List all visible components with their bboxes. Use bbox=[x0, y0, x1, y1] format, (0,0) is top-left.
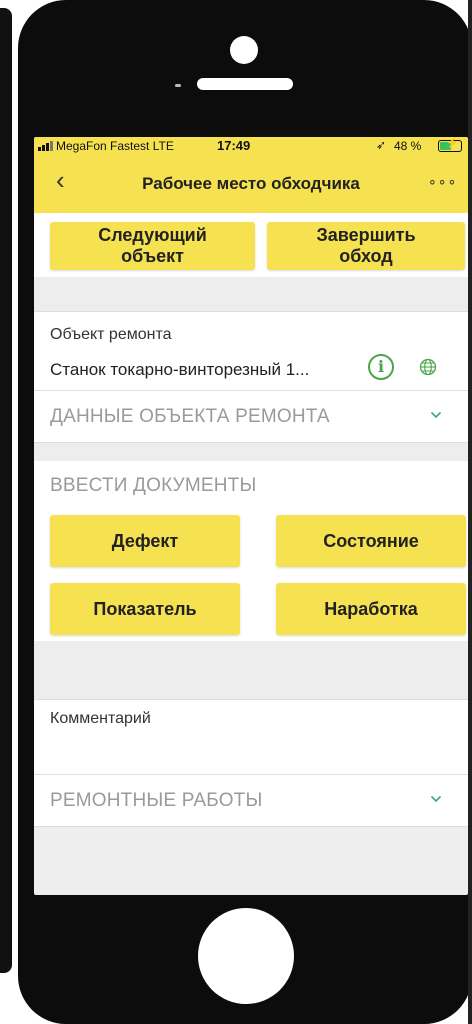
object-data-section[interactable]: ДАННЫЕ ОБЪЕКТА РЕМОНТА bbox=[34, 391, 468, 443]
operating-time-button[interactable]: Наработка bbox=[276, 583, 466, 635]
device-frame-edge bbox=[0, 8, 12, 973]
nav-bar: ‹ Рабочее место обходчика ∘∘∘ bbox=[34, 155, 468, 213]
finish-round-button[interactable]: Завершить обход bbox=[267, 222, 465, 270]
comment-label: Комментарий bbox=[50, 710, 151, 727]
repair-object-value[interactable]: Станок токарно-винторезный 1... bbox=[50, 360, 309, 380]
info-icon[interactable]: i bbox=[368, 354, 394, 380]
next-object-label-1: Следующий bbox=[98, 225, 207, 245]
section-spacer bbox=[34, 641, 468, 699]
top-actions: Следующий объект Завершить обход bbox=[34, 213, 468, 277]
phone-side-edge bbox=[468, 0, 472, 1024]
next-object-button[interactable]: Следующий объект bbox=[50, 222, 255, 270]
page-title: Рабочее место обходчика bbox=[142, 174, 360, 193]
status-bar: MegaFon Fastest LTE 17:49 ➶ 48 % ⚡ bbox=[34, 137, 468, 155]
indicator-button[interactable]: Показатель bbox=[50, 583, 240, 635]
section-spacer bbox=[34, 443, 468, 461]
finish-round-label-2: обход bbox=[339, 246, 393, 266]
battery-icon: ⚡ bbox=[438, 138, 462, 152]
operating-time-label: Наработка bbox=[324, 598, 418, 619]
finish-round-label-1: Завершить bbox=[316, 225, 416, 245]
globe-icon[interactable] bbox=[419, 358, 437, 376]
chevron-down-icon[interactable] bbox=[430, 793, 442, 805]
object-data-header: ДАННЫЕ ОБЪЕКТА РЕМОНТА bbox=[50, 406, 330, 427]
comment-field[interactable]: Комментарий bbox=[34, 699, 468, 775]
more-dots-icon[interactable]: ∘∘∘ bbox=[428, 173, 457, 190]
indicator-label: Показатель bbox=[93, 598, 197, 619]
front-camera bbox=[230, 36, 258, 64]
repair-object-label: Объект ремонта bbox=[50, 326, 172, 343]
repair-object-section: Объект ремонта Станок токарно-винторезны… bbox=[34, 311, 468, 391]
app-screen: MegaFon Fastest LTE 17:49 ➶ 48 % ⚡ ‹ Раб… bbox=[34, 137, 468, 895]
chevron-down-icon[interactable] bbox=[430, 409, 442, 421]
location-icon: ➶ bbox=[376, 138, 387, 152]
clock: 17:49 bbox=[217, 138, 251, 153]
enter-documents-section: ВВЕСТИ ДОКУМЕНТЫ Дефект Состояние Показа… bbox=[34, 461, 468, 641]
carrier-label: MegaFon Fastest LTE bbox=[56, 139, 174, 153]
state-button[interactable]: Состояние bbox=[276, 515, 466, 567]
state-label: Состояние bbox=[323, 530, 419, 551]
home-button[interactable] bbox=[198, 908, 294, 1004]
next-object-label-2: объект bbox=[121, 246, 184, 266]
defect-button[interactable]: Дефект bbox=[50, 515, 240, 567]
battery-percent: 48 % bbox=[394, 139, 422, 153]
enter-documents-title: ВВЕСТИ ДОКУМЕНТЫ bbox=[50, 475, 257, 496]
repair-works-section[interactable]: РЕМОНТНЫЕ РАБОТЫ bbox=[34, 775, 468, 827]
section-spacer bbox=[34, 277, 468, 311]
earpiece-speaker bbox=[197, 78, 293, 90]
sensor-dot bbox=[175, 84, 181, 87]
defect-label: Дефект bbox=[111, 530, 179, 551]
repair-works-header: РЕМОНТНЫЕ РАБОТЫ bbox=[50, 790, 263, 811]
signal-icon bbox=[38, 141, 53, 151]
